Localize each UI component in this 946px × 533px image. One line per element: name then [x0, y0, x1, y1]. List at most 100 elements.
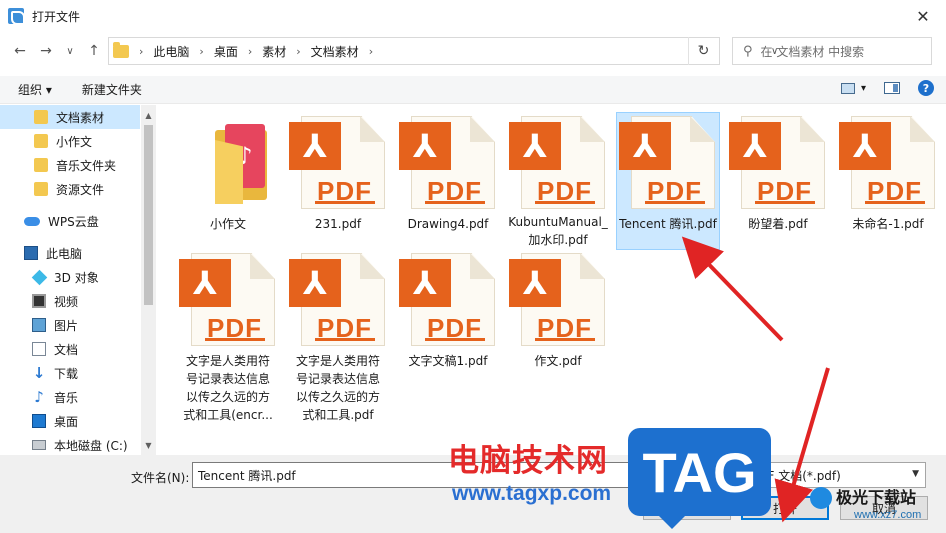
tag-logo: TAG: [628, 428, 771, 529]
file-name: 文字是人类用符号记录表达信息以传之久远的方式和工具(encr...: [183, 354, 273, 422]
sidebar-item-desktop[interactable]: 桌面: [0, 409, 140, 433]
file-name: 文字文稿1.pdf: [408, 354, 488, 368]
sidebar-item-doc-materials[interactable]: 文档素材: [0, 105, 140, 129]
folder-icon: [34, 158, 48, 172]
scroll-thumb[interactable]: [144, 125, 153, 305]
sidebar-item-local-disk[interactable]: 本地磁盘 (C:): [0, 433, 140, 457]
navigation-pane: 文档素材 小作文 音乐文件夹 资源文件 WPS云盘 此电脑 3D 对象 视频 图…: [0, 105, 156, 455]
breadcrumb-separator: ›: [139, 44, 144, 58]
file-item[interactable]: ⅄ PDF 文字是人类用符号记录表达信息以传之久远的方式和工具(encr...: [176, 250, 280, 440]
file-list: ♪ 小作文 ⅄ PDF 231.pdf ⅄ PDF Drawing4.pdf ⅄…: [158, 105, 946, 455]
sidebar-item-documents[interactable]: 文档: [0, 337, 140, 361]
sidebar-item-label: 下载: [54, 366, 79, 381]
breadcrumb-desktop[interactable]: 桌面: [214, 43, 238, 60]
breadcrumb-doc-materials[interactable]: 文档素材: [311, 43, 359, 60]
file-item-folder-essay[interactable]: ♪ 小作文: [176, 113, 280, 249]
sidebar-item-label: 文档素材: [56, 110, 105, 125]
sidebar-item-label: 视频: [54, 294, 79, 309]
watermark-text: 电脑技术网: [448, 443, 608, 479]
pdf-file-icon: ⅄ PDF: [839, 116, 937, 210]
search-input[interactable]: ⚲ 在 文档素材 中搜索: [732, 37, 932, 65]
address-bar[interactable]: › 此电脑 › 桌面 › 素材 › 文档素材 › ∨: [108, 37, 778, 65]
file-item[interactable]: ⅄ PDF 231.pdf: [286, 113, 390, 249]
file-item-selected[interactable]: ⅄ PDF Tencent 腾讯.pdf: [616, 112, 720, 250]
file-name: 作文.pdf: [534, 354, 582, 368]
sidebar-item-essay[interactable]: 小作文: [0, 129, 140, 153]
sidebar-scrollbar[interactable]: ▲ ▼: [141, 105, 156, 455]
pdf-file-icon: ⅄ PDF: [619, 116, 717, 210]
download-icon: ↓: [32, 364, 46, 382]
close-button[interactable]: ✕: [900, 0, 946, 32]
file-name: Drawing4.pdf: [407, 217, 489, 231]
new-folder-button[interactable]: 新建文件夹: [82, 81, 142, 98]
help-button[interactable]: ?: [918, 80, 934, 96]
preview-pane-button[interactable]: [884, 82, 900, 94]
file-name: Tencent 腾讯.pdf: [619, 217, 717, 231]
sidebar-item-label: 小作文: [56, 134, 93, 149]
app-icon: [8, 8, 25, 25]
up-button[interactable]: ↑: [84, 40, 104, 62]
change-view-button[interactable]: ▾: [840, 82, 866, 94]
search-placeholder: 在 文档素材 中搜索: [760, 44, 865, 59]
address-row: ← → ∨ ↑ › 此电脑 › 桌面 › 素材 › 文档素材 › ∨ ↻ ⚲ 在…: [0, 36, 946, 66]
file-item[interactable]: ⅄ PDF 文字文稿1.pdf: [396, 250, 500, 386]
folder-icon: [34, 182, 48, 196]
file-item[interactable]: ⅄ PDF KubuntuManual_加水印.pdf: [506, 113, 610, 249]
file-name: 盼望着.pdf: [748, 217, 808, 231]
sidebar-item-resources[interactable]: 资源文件: [0, 177, 140, 201]
filename-value: Tencent 腾讯.pdf: [198, 468, 296, 483]
sidebar-item-pictures[interactable]: 图片: [0, 313, 140, 337]
breadcrumb-materials[interactable]: 素材: [262, 43, 286, 60]
file-name: 小作文: [209, 217, 246, 231]
breadcrumb-separator: ›: [247, 44, 253, 58]
file-item[interactable]: ⅄ PDF 盼望着.pdf: [726, 113, 830, 249]
picture-icon: [32, 318, 46, 332]
sidebar-item-label: 资源文件: [56, 182, 105, 197]
disk-icon: [32, 440, 46, 450]
sidebar-item-music[interactable]: ♪ 音乐: [0, 385, 140, 409]
pdf-file-icon: ⅄ PDF: [289, 116, 387, 210]
scroll-up-icon[interactable]: ▲: [141, 107, 156, 123]
view-icon: [840, 82, 855, 94]
document-icon: [32, 342, 46, 356]
file-item[interactable]: ⅄ PDF 作文.pdf: [506, 250, 610, 386]
sidebar-item-label: 音乐: [54, 390, 79, 405]
pdf-file-icon: ⅄ PDF: [399, 253, 497, 347]
folder-icon: ♪: [179, 116, 277, 210]
window-title: 打开文件: [32, 9, 81, 24]
pdf-file-icon: ⅄ PDF: [179, 253, 277, 347]
desktop-icon: [32, 414, 46, 428]
file-item[interactable]: ⅄ PDF 未命名-1.pdf: [836, 113, 940, 249]
refresh-button[interactable]: ↻: [688, 37, 718, 65]
folder-icon: [34, 110, 48, 124]
pdf-file-icon: ⅄ PDF: [399, 116, 497, 210]
sidebar-item-label: 图片: [54, 318, 79, 333]
back-button[interactable]: ←: [10, 40, 30, 62]
filename-label: 文件名(N):: [131, 471, 190, 485]
organize-button[interactable]: 组织 ▾: [18, 81, 52, 98]
search-icon: ⚲: [743, 43, 753, 59]
sidebar-item-label: 音乐文件夹: [56, 158, 117, 173]
sidebar-item-wps-cloud[interactable]: WPS云盘: [0, 209, 140, 233]
pdf-file-icon: ⅄ PDF: [509, 116, 607, 209]
title-bar: 打开文件 ✕: [0, 0, 946, 32]
sidebar-item-label: 3D 对象: [54, 270, 99, 285]
jiguang-logo: 极光下载站 www.xz7.com: [810, 481, 940, 529]
file-name: KubuntuManual_加水印.pdf: [508, 215, 608, 247]
cloud-icon: [24, 216, 40, 226]
video-icon: [32, 294, 46, 308]
sidebar-item-this-pc[interactable]: 此电脑: [0, 241, 140, 265]
sidebar-item-label: 桌面: [54, 414, 79, 429]
sidebar-item-music-folder[interactable]: 音乐文件夹: [0, 153, 140, 177]
forward-button[interactable]: →: [36, 40, 56, 62]
sidebar-item-3d-objects[interactable]: 3D 对象: [0, 265, 140, 289]
recent-locations-button[interactable]: ∨: [60, 40, 80, 62]
cube-icon: [31, 269, 48, 285]
file-item[interactable]: ⅄ PDF 文字是人类用符号记录表达信息以传之久远的方式和工具.pdf: [286, 250, 390, 440]
sidebar-item-videos[interactable]: 视频: [0, 289, 140, 313]
file-item[interactable]: ⅄ PDF Drawing4.pdf: [396, 113, 500, 249]
pdf-file-icon: ⅄ PDF: [289, 253, 387, 347]
scroll-down-icon[interactable]: ▼: [141, 437, 156, 453]
sidebar-item-downloads[interactable]: ↓ 下载: [0, 361, 140, 385]
breadcrumb-this-pc[interactable]: 此电脑: [153, 43, 189, 60]
